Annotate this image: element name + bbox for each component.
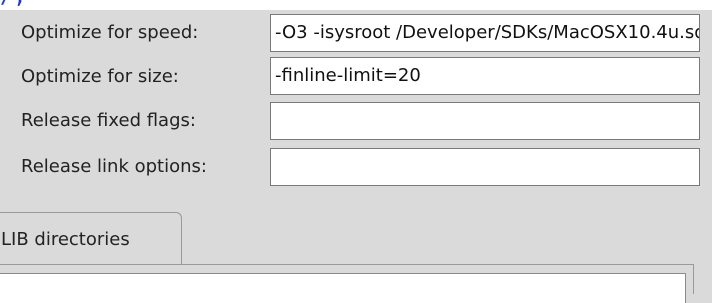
optimize-speed-field[interactable]: -O3 -isysroot /Developer/SDKs/MacOSX10.4… [270, 14, 700, 52]
release-fixed-flags-label: Release fixed flags: [21, 110, 196, 131]
tab-panel [0, 264, 694, 303]
release-link-options-field[interactable] [270, 148, 700, 186]
top-link-strip: /, [0, 0, 712, 10]
release-fixed-flags-field[interactable] [270, 102, 700, 140]
optimize-speed-label: Optimize for speed: [21, 22, 199, 43]
optimize-size-field[interactable]: -finline-limit=20 [270, 57, 700, 95]
optimize-size-label: Optimize for size: [21, 66, 179, 87]
tab-lib-directories-label: LIB directories [1, 229, 130, 250]
tab-lib-directories[interactable]: LIB directories [0, 212, 182, 264]
release-link-options-label: Release link options: [21, 156, 207, 177]
top-link-text[interactable]: /, [0, 0, 712, 9]
